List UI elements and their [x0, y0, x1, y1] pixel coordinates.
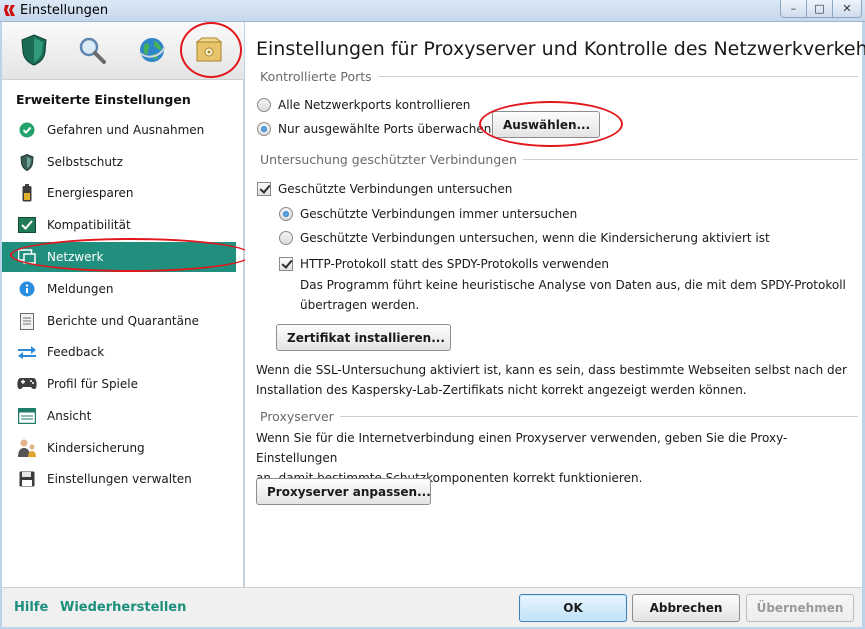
- ssl-note-line: Installation des Kaspersky-Lab-Zertifika…: [256, 383, 747, 397]
- sidebar-item-label: Gefahren und Ausnahmen: [47, 123, 205, 137]
- battery-icon: [17, 183, 37, 203]
- checkbox-label: Geschützte Verbindungen untersuchen: [278, 182, 513, 196]
- sidebar-heading: Erweiterte Einstellungen: [16, 92, 191, 107]
- radio-button[interactable]: [257, 98, 271, 112]
- sidebar-item-label: Meldungen: [47, 282, 114, 296]
- sidebar-item-selbstschutz[interactable]: Selbstschutz: [2, 147, 236, 177]
- section-title: Untersuchung geschützter Verbindungen: [260, 151, 517, 167]
- checkbox-scan-secure[interactable]: Geschützte Verbindungen untersuchen: [257, 182, 512, 196]
- http-description-line: übertragen werden.: [300, 298, 420, 312]
- install-certificate-button[interactable]: Zertifikat installieren...: [276, 324, 451, 351]
- info-icon: [17, 279, 37, 299]
- main-panel: Einstellungen für Proxyserver und Kontro…: [245, 22, 865, 587]
- radio-scan-always[interactable]: Geschützte Verbindungen immer untersuche…: [279, 207, 577, 221]
- section-title: Proxyserver: [260, 408, 334, 424]
- sidebar: Erweiterte Einstellungen Gefahren und Au…: [2, 22, 252, 587]
- radio-label: Alle Netzwerkports kontrollieren: [278, 98, 471, 112]
- radio-button[interactable]: [279, 231, 293, 245]
- floppy-icon: [17, 469, 37, 489]
- radio-label: Geschützte Verbindungen untersuchen, wen…: [300, 231, 770, 245]
- sidebar-item-label: Einstellungen verwalten: [47, 472, 192, 486]
- section-title: Kontrollierte Ports: [260, 68, 372, 84]
- minimize-button[interactable]: –: [780, 0, 807, 18]
- window-icon: [17, 406, 37, 426]
- compatibility-icon: [17, 215, 37, 235]
- section-kontrollierte-ports: Kontrollierte Ports: [260, 68, 858, 84]
- sidebar-item-kompatibilitaet[interactable]: Kompatibilität: [2, 210, 236, 240]
- ssl-note: Wenn die SSL-Untersuchung aktiviert ist,…: [256, 360, 847, 400]
- radio-button[interactable]: [279, 207, 293, 221]
- window-title: Einstellungen: [20, 3, 109, 18]
- section-geschuetzte-verbindungen: Untersuchung geschützter Verbindungen: [260, 151, 858, 167]
- radio-button[interactable]: [257, 122, 271, 136]
- report-icon: [17, 311, 37, 331]
- checkbox-http-instead-spdy[interactable]: HTTP-Protokoll statt des SPDY-Protokolls…: [279, 257, 609, 271]
- globe-icon[interactable]: [132, 30, 172, 70]
- category-toolbar: [2, 22, 244, 80]
- ok-button[interactable]: OK: [519, 594, 627, 622]
- proxy-description-line: Wenn Sie für die Internetverbindung eine…: [256, 431, 788, 465]
- close-button[interactable]: ✕: [832, 0, 862, 18]
- sidebar-item-label: Energiesparen: [47, 186, 134, 200]
- ssl-note-line: Wenn die SSL-Untersuchung aktiviert ist,…: [256, 363, 847, 377]
- radio-scan-parental[interactable]: Geschützte Verbindungen untersuchen, wen…: [279, 231, 770, 245]
- radio-label: Geschützte Verbindungen immer untersuche…: [300, 207, 578, 221]
- gamepad-icon: [17, 374, 37, 394]
- checkbox-label: HTTP-Protokoll statt des SPDY-Protokolls…: [300, 257, 609, 271]
- sidebar-item-label: Profil für Spiele: [47, 377, 138, 391]
- footer-bar: Hilfe Wiederherstellen OK Abbrechen Über…: [2, 587, 862, 627]
- sidebar-item-label: Kompatibilität: [47, 218, 131, 232]
- child-icon: [17, 438, 37, 458]
- check-circle-icon: [17, 120, 37, 140]
- sidebar-item-kindersicherung[interactable]: Kindersicherung: [2, 433, 236, 463]
- kaspersky-logo-icon: [4, 5, 15, 16]
- checkbox[interactable]: [257, 182, 271, 196]
- sidebar-item-ansicht[interactable]: Ansicht: [2, 401, 236, 431]
- sidebar-item-label: Kindersicherung: [47, 441, 145, 455]
- settings-box-icon[interactable]: [189, 30, 229, 70]
- radio-label: Nur ausgewählte Ports überwachen: [278, 122, 492, 136]
- http-description: Das Programm führt keine heuristische An…: [300, 275, 846, 315]
- sidebar-item-netzwerk[interactable]: Netzwerk: [2, 242, 236, 272]
- restore-link[interactable]: Wiederherstellen: [60, 600, 186, 615]
- sidebar-item-label: Feedback: [47, 345, 105, 359]
- sidebar-item-berichte[interactable]: Berichte und Quarantäne: [2, 306, 236, 336]
- cancel-button[interactable]: Abbrechen: [632, 594, 740, 622]
- sidebar-item-label: Selbstschutz: [47, 155, 123, 169]
- apply-button: Übernehmen: [746, 594, 854, 622]
- network-icon: [17, 247, 37, 267]
- sidebar-item-profil-spiele[interactable]: Profil für Spiele: [2, 369, 236, 399]
- checkbox[interactable]: [279, 257, 293, 271]
- magnifier-icon[interactable]: [72, 30, 112, 70]
- arrows-icon: [17, 342, 37, 362]
- help-link[interactable]: Hilfe: [14, 600, 48, 615]
- select-ports-button[interactable]: Auswählen...: [492, 111, 600, 138]
- sidebar-item-label: Ansicht: [47, 409, 92, 423]
- shield-small-icon: [17, 152, 37, 172]
- maximize-button[interactable]: □: [806, 0, 833, 18]
- http-description-line: Das Programm führt keine heuristische An…: [300, 278, 846, 292]
- configure-proxy-button[interactable]: Proxyserver anpassen...: [256, 478, 431, 505]
- title-bar: Einstellungen – □ ✕: [0, 0, 865, 22]
- sidebar-item-feedback[interactable]: Feedback: [2, 337, 236, 367]
- shield-icon[interactable]: [14, 30, 54, 70]
- section-proxyserver: Proxyserver: [260, 408, 858, 424]
- radio-selected-ports[interactable]: Nur ausgewählte Ports überwachen: [257, 122, 491, 136]
- sidebar-item-gefahren[interactable]: Gefahren und Ausnahmen: [2, 115, 236, 145]
- sidebar-item-meldungen[interactable]: Meldungen: [2, 274, 236, 304]
- radio-all-ports[interactable]: Alle Netzwerkports kontrollieren: [257, 98, 470, 112]
- page-title: Einstellungen für Proxyserver und Kontro…: [256, 38, 865, 60]
- sidebar-item-energiesparen[interactable]: Energiesparen: [2, 178, 236, 208]
- sidebar-item-label: Berichte und Quarantäne: [47, 314, 199, 328]
- sidebar-item-einstellungen-verwalten[interactable]: Einstellungen verwalten: [2, 464, 236, 494]
- sidebar-item-label: Netzwerk: [47, 250, 104, 264]
